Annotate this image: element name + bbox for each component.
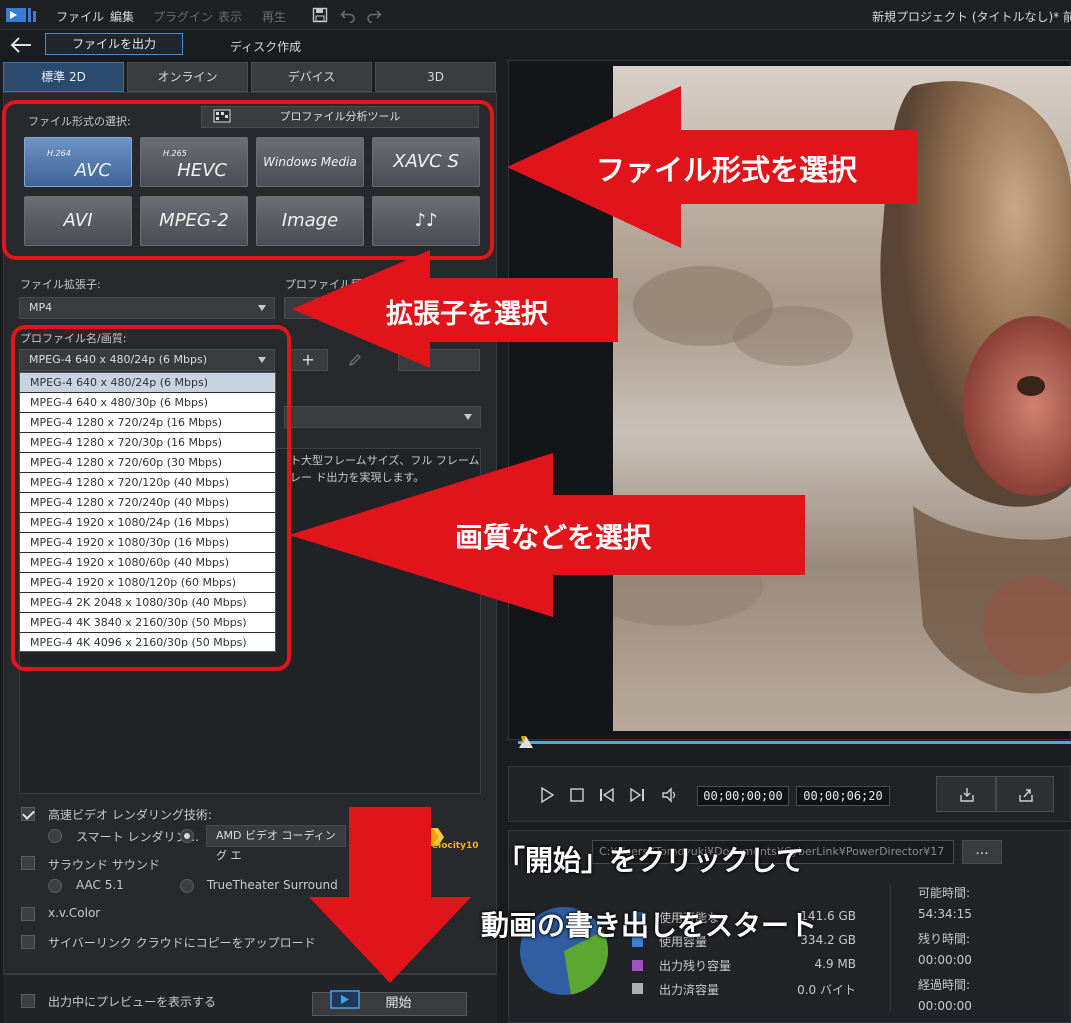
- annotation-extension-text: 拡張子を選択: [386, 299, 548, 330]
- xvcolor-label: x.v.Color: [48, 906, 101, 920]
- browse-path-button[interactable]: ...: [962, 840, 1002, 864]
- profile-option-dropdown[interactable]: [284, 406, 481, 428]
- file-extension-dropdown[interactable]: MP4: [19, 297, 275, 319]
- annotation-quality-text: 画質などを選択: [455, 521, 652, 554]
- elapsed-time-value: 00:00:00: [918, 999, 972, 1013]
- undo-icon[interactable]: [340, 7, 356, 23]
- start-button-label: 開始: [385, 996, 412, 1011]
- timeline-track[interactable]: [518, 741, 1071, 744]
- volume-icon[interactable]: [661, 786, 679, 804]
- menu-play[interactable]: 再生: [262, 8, 286, 25]
- legend-output-swatch: [632, 983, 643, 994]
- annotation-click-start-text: 「開始」をクリックして: [497, 844, 805, 877]
- remaining-time-label: 残り時間:: [918, 932, 971, 946]
- film-play-icon: [330, 990, 360, 1009]
- cloud-upload-label: サイバーリンク クラウドにコピーをアップロード: [48, 936, 316, 950]
- menu-view[interactable]: 表示: [218, 8, 242, 25]
- previous-frame-icon[interactable]: [598, 786, 616, 804]
- tab-device[interactable]: デバイス: [251, 62, 372, 92]
- smart-render-radio[interactable]: [48, 829, 62, 843]
- annotation-format-text: ファイル形式を選択: [596, 153, 858, 187]
- project-title: 新規プロジェクト (タイトルなし)* 前回保存: [872, 10, 1071, 24]
- surround-checkbox[interactable]: [21, 856, 35, 870]
- annotation-format-frame: [2, 100, 494, 260]
- legend-remaining-swatch: [632, 960, 643, 971]
- file-extension-value: MP4: [29, 301, 53, 314]
- stop-icon[interactable]: [568, 786, 586, 804]
- fast-render-checkbox[interactable]: [21, 807, 35, 821]
- legend-output-label: 出力済容量: [659, 983, 720, 997]
- tab-3d[interactable]: 3D: [375, 62, 496, 92]
- annotation-start-export-text: 動画の書き出しをスタート: [481, 909, 818, 942]
- powerdirector-logo-icon: [6, 8, 36, 22]
- surround-label: サラウンド サウンド: [48, 858, 160, 872]
- file-extension-label: ファイル拡張子:: [20, 278, 101, 291]
- preview-during-output-checkbox[interactable]: [21, 994, 35, 1008]
- tab-standard-2d[interactable]: 標準 2D: [3, 62, 124, 92]
- aac-label: AAC 5.1: [76, 878, 124, 892]
- aac-radio[interactable]: [48, 879, 62, 893]
- chevron-down-icon: [464, 414, 472, 420]
- hardware-encode-radio[interactable]: [180, 829, 194, 843]
- xvcolor-checkbox[interactable]: [21, 907, 35, 921]
- redo-icon[interactable]: [366, 7, 382, 23]
- available-time-value: 54:34:15: [918, 907, 972, 921]
- menu-file[interactable]: ファイル: [56, 8, 104, 25]
- truetheater-radio[interactable]: [180, 879, 194, 893]
- divider: [890, 886, 891, 1010]
- timeline-playhead-icon[interactable]: [519, 736, 533, 748]
- detach-preview-button[interactable]: [996, 776, 1054, 812]
- tab-online[interactable]: オンライン: [127, 62, 248, 92]
- output-file-button[interactable]: ファイルを出力: [45, 33, 183, 55]
- legend-remaining-value: 4.9 MB: [814, 957, 856, 971]
- elapsed-time-label: 経過時間:: [918, 978, 971, 992]
- legend-remaining-label: 出力残り容量: [659, 959, 732, 973]
- legend-output-value: 0.0 バイト: [797, 983, 856, 997]
- remaining-time-value: 00:00:00: [918, 953, 972, 967]
- annotation-profile-frame: [11, 325, 291, 671]
- play-icon[interactable]: [538, 786, 556, 804]
- next-frame-icon[interactable]: [628, 786, 646, 804]
- available-time-label: 可能時間:: [918, 886, 971, 900]
- annotation-arrow-start: [309, 807, 471, 983]
- menu-edit[interactable]: 編集: [110, 8, 134, 25]
- export-frame-icon: [960, 788, 974, 802]
- save-icon[interactable]: [312, 7, 328, 23]
- fast-render-label: 高速ビデオ レンダリング技術:: [48, 808, 212, 822]
- snapshot-button[interactable]: [936, 776, 996, 812]
- menu-plugin[interactable]: プラグイン: [153, 8, 213, 25]
- back-arrow-icon[interactable]: [10, 36, 32, 54]
- total-timecode: 00;00;06;20: [796, 786, 890, 806]
- chevron-down-icon: [258, 305, 266, 311]
- disc-create-button[interactable]: ディスク作成: [230, 38, 301, 55]
- current-timecode: 00;00;00;00: [697, 786, 789, 806]
- cloud-upload-checkbox[interactable]: [21, 935, 35, 949]
- preview-during-output-label: 出力中にプレビューを表示する: [48, 995, 217, 1009]
- detach-icon: [1019, 789, 1033, 802]
